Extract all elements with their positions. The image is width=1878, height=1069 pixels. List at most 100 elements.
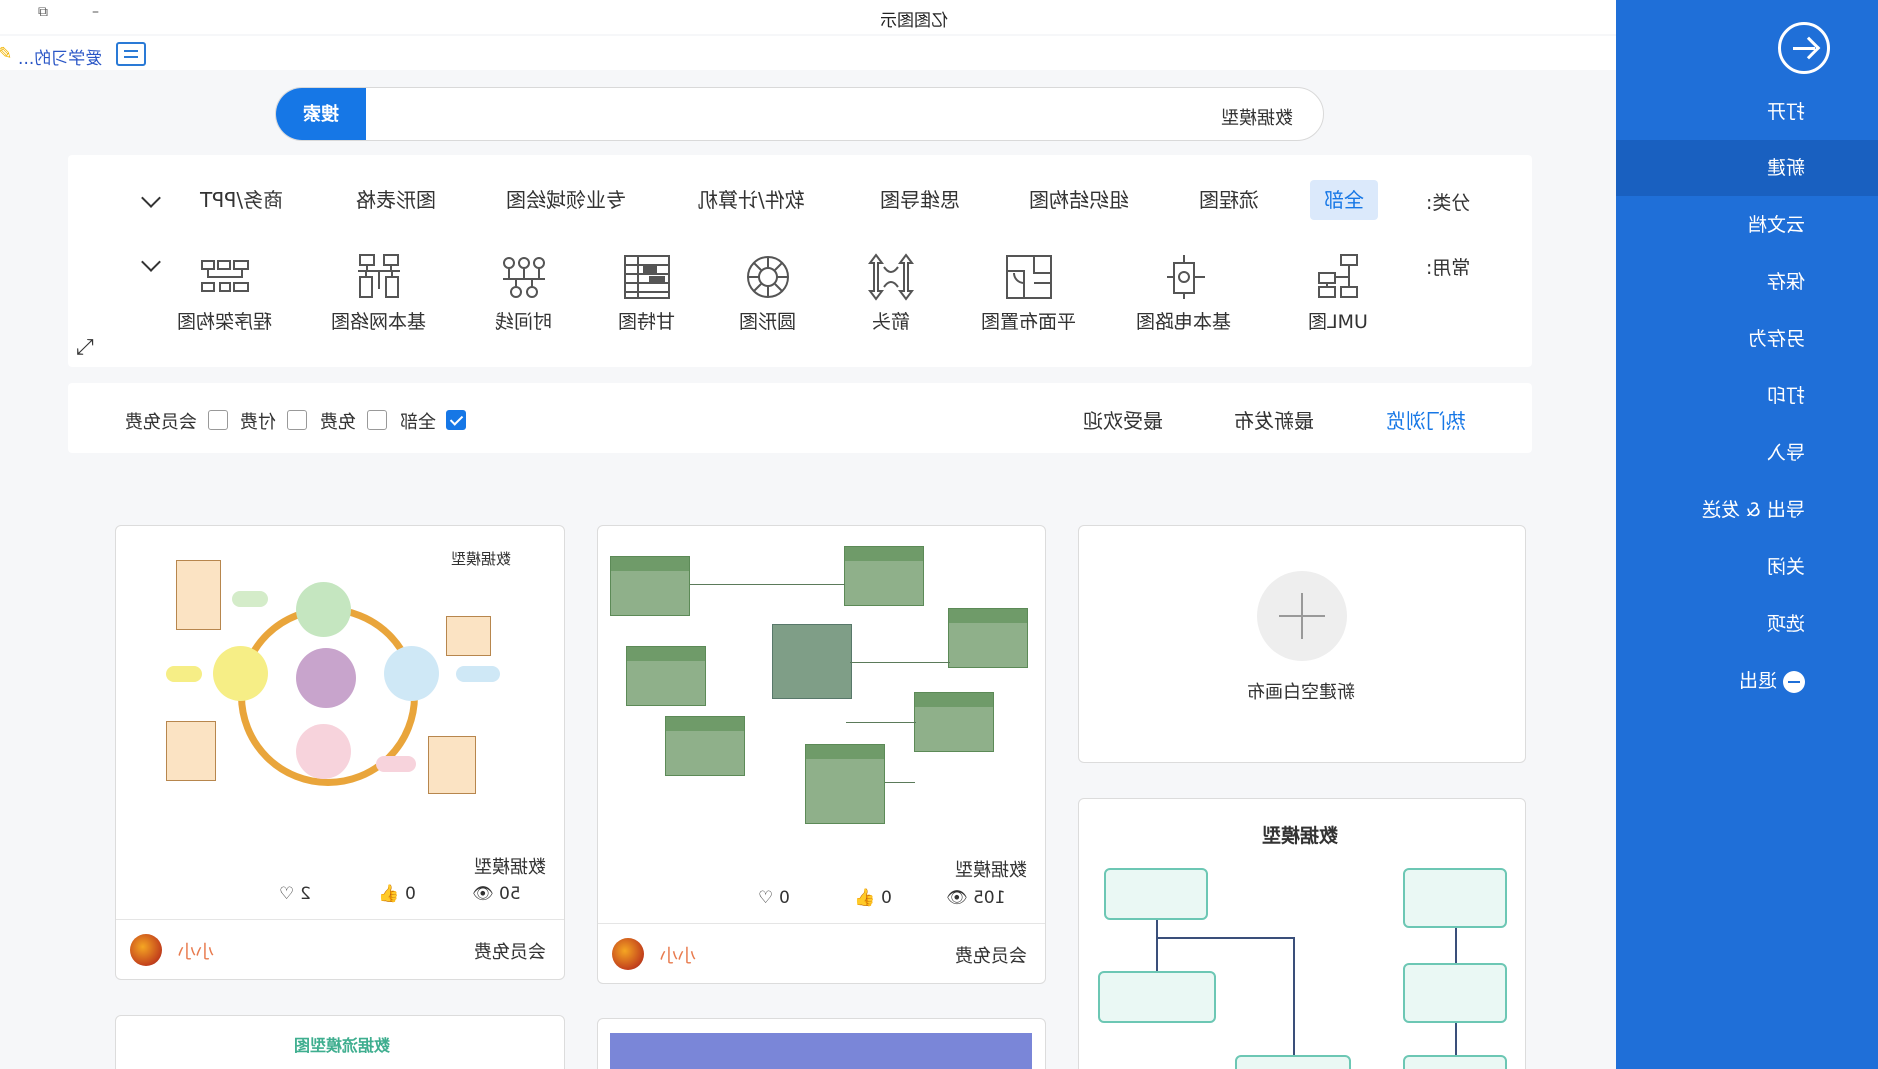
sidebar: 打开 新建 云文档 保存 另存为 打印 导入 导出 & 发送 关闭 选项 退出	[1616, 0, 1878, 1069]
expand-icon[interactable]: ⤢	[76, 335, 94, 360]
category-flowchart[interactable]: 流程图	[1185, 180, 1273, 220]
sidebar-item-close[interactable]: 关闭	[1616, 539, 1878, 595]
avatar[interactable]	[130, 934, 162, 966]
architecture-icon	[200, 253, 250, 301]
gantt-icon	[622, 253, 672, 301]
circuit-icon	[1159, 253, 1209, 301]
common-circle-diagram[interactable]: 圆形图	[713, 253, 823, 334]
new-blank-canvas-label: 新建空白画布	[1247, 682, 1355, 703]
restore-window-icon[interactable]: ⧉	[38, 4, 48, 20]
thumbnail-title: 数据模型	[451, 550, 512, 568]
title-bar: ⧉ – 亿图图示	[0, 0, 1616, 34]
arrow-shape-icon	[866, 253, 916, 301]
checkbox-paid[interactable]	[287, 410, 307, 430]
common-timeline[interactable]: 时间线	[469, 253, 579, 334]
circle-diagram-icon	[743, 253, 793, 301]
sidebar-item-new[interactable]: 新建	[1616, 140, 1878, 196]
notice-text[interactable]: 爱学习的...	[18, 44, 102, 69]
filter-bar: 热门浏览 最新发布 最受欢迎 全部 免费 付费 会员免费	[68, 383, 1532, 453]
back-arrow-icon[interactable]	[1778, 22, 1830, 74]
sort-popular[interactable]: 最受欢迎	[1083, 405, 1163, 434]
template-card[interactable]: 数据模型 数据模型 👁 50 👍 0 ♡ 2 小小 会员免费	[115, 525, 565, 980]
common-uml[interactable]: UML图	[1283, 253, 1393, 334]
template-card[interactable]	[597, 1018, 1046, 1069]
template-card[interactable]: 数据模型	[1078, 798, 1526, 1069]
pencil-icon: ✎	[0, 44, 13, 64]
price-label: 会员免费	[955, 946, 1027, 967]
common-floorplan[interactable]: 平面布置图	[974, 253, 1084, 334]
template-card[interactable]: 数据模型 👁 105 👍 0 ♡ 0 小小 会员免费	[597, 525, 1046, 984]
category-org-chart[interactable]: 组织结构图	[1015, 180, 1143, 220]
exit-icon	[1783, 670, 1805, 693]
sidebar-item-import[interactable]: 导入	[1616, 425, 1878, 481]
favorite-count[interactable]: ♡ 2	[279, 884, 310, 904]
heart-icon: ♡	[279, 884, 295, 904]
chat-icon[interactable]	[116, 42, 146, 66]
common-arrow[interactable]: 箭头	[836, 253, 946, 334]
checkbox-member-free[interactable]	[208, 410, 228, 430]
template-thumbnail: 数据模型	[166, 546, 526, 836]
search-input[interactable]: 数据模型	[1221, 104, 1293, 130]
heart-icon: ♡	[758, 888, 774, 908]
price-free-label: 免费	[320, 412, 356, 433]
like-count[interactable]: 👍 0	[378, 884, 415, 904]
category-software[interactable]: 软件/计算机	[684, 180, 819, 220]
author-name[interactable]: 小小	[660, 942, 696, 968]
category-mind-map[interactable]: 思维导图	[866, 180, 974, 220]
sidebar-item-exit[interactable]: 退出	[1616, 653, 1878, 709]
app-title: 亿图图示	[880, 11, 948, 31]
search-button[interactable]: 搜索	[276, 88, 366, 140]
common-architecture[interactable]: 程序架构图	[170, 253, 280, 334]
common-circuit[interactable]: 基本电路图	[1129, 253, 1239, 334]
checkbox-free[interactable]	[367, 410, 387, 430]
timeline-icon	[499, 253, 549, 301]
sidebar-item-open[interactable]: 打开	[1616, 84, 1878, 140]
template-name: 数据模型	[474, 857, 546, 878]
card-footer: 小小 会员免费	[116, 919, 564, 979]
sort-newest[interactable]: 最新发布	[1234, 405, 1314, 434]
template-thumbnail	[1079, 859, 1525, 1069]
eye-icon: 👁	[472, 884, 494, 904]
sidebar-item-save[interactable]: 保存	[1616, 254, 1878, 310]
category-business-ppt[interactable]: 商务/PPT	[186, 180, 297, 220]
like-count[interactable]: 👍 0	[854, 888, 891, 908]
avatar[interactable]	[612, 938, 644, 970]
chevron-down-icon[interactable]	[141, 252, 161, 272]
category-label: 分类:	[1426, 192, 1471, 214]
view-count: 👁 105	[946, 888, 1006, 908]
sidebar-item-export[interactable]: 导出 & 发送	[1616, 482, 1878, 538]
category-graphic-tables[interactable]: 图形表格	[342, 180, 450, 220]
favorite-count[interactable]: ♡ 0	[758, 888, 789, 908]
author-name[interactable]: 小小	[178, 938, 214, 964]
common-gantt[interactable]: 甘特图	[592, 253, 702, 334]
sidebar-item-options[interactable]: 选项	[1616, 596, 1878, 652]
template-thumbnail	[610, 1033, 1032, 1069]
plus-icon	[1257, 571, 1347, 661]
price-paid-label: 付费	[240, 412, 276, 433]
thumbnail-title: 数据流模型图	[294, 1036, 391, 1055]
category-professional[interactable]: 专业领域绘图	[492, 180, 640, 220]
checkbox-all[interactable]	[446, 410, 466, 430]
notice-bar: ✎ 爱学习的...	[0, 36, 1616, 70]
sidebar-item-print[interactable]: 打印	[1616, 368, 1878, 424]
chevron-down-icon[interactable]	[141, 188, 161, 208]
thumbnail-title: 数据模型	[1262, 825, 1339, 847]
uml-icon	[1313, 253, 1363, 301]
price-label: 会员免费	[474, 942, 546, 963]
new-blank-canvas-card[interactable]: 新建空白画布	[1078, 525, 1526, 763]
category-all[interactable]: 全部	[1310, 180, 1378, 220]
sort-hot[interactable]: 热门浏览	[1386, 405, 1466, 434]
template-card[interactable]: 数据流模型图	[115, 1015, 565, 1069]
common-label: 常用:	[1426, 257, 1471, 279]
sidebar-item-save-as[interactable]: 另存为	[1616, 311, 1878, 367]
card-footer: 小小 会员免费	[598, 923, 1045, 983]
eye-icon: 👁	[946, 888, 968, 908]
network-icon	[354, 253, 404, 301]
thumb-up-icon: 👍	[854, 888, 876, 908]
template-name: 数据模型	[955, 860, 1027, 881]
price-all-label: 全部	[400, 412, 436, 433]
view-count: 👁 50	[472, 884, 521, 904]
minimize-window-icon[interactable]: –	[92, 4, 99, 20]
common-network[interactable]: 基本网络图	[324, 253, 434, 334]
sidebar-item-cloud[interactable]: 云文档	[1616, 197, 1878, 253]
